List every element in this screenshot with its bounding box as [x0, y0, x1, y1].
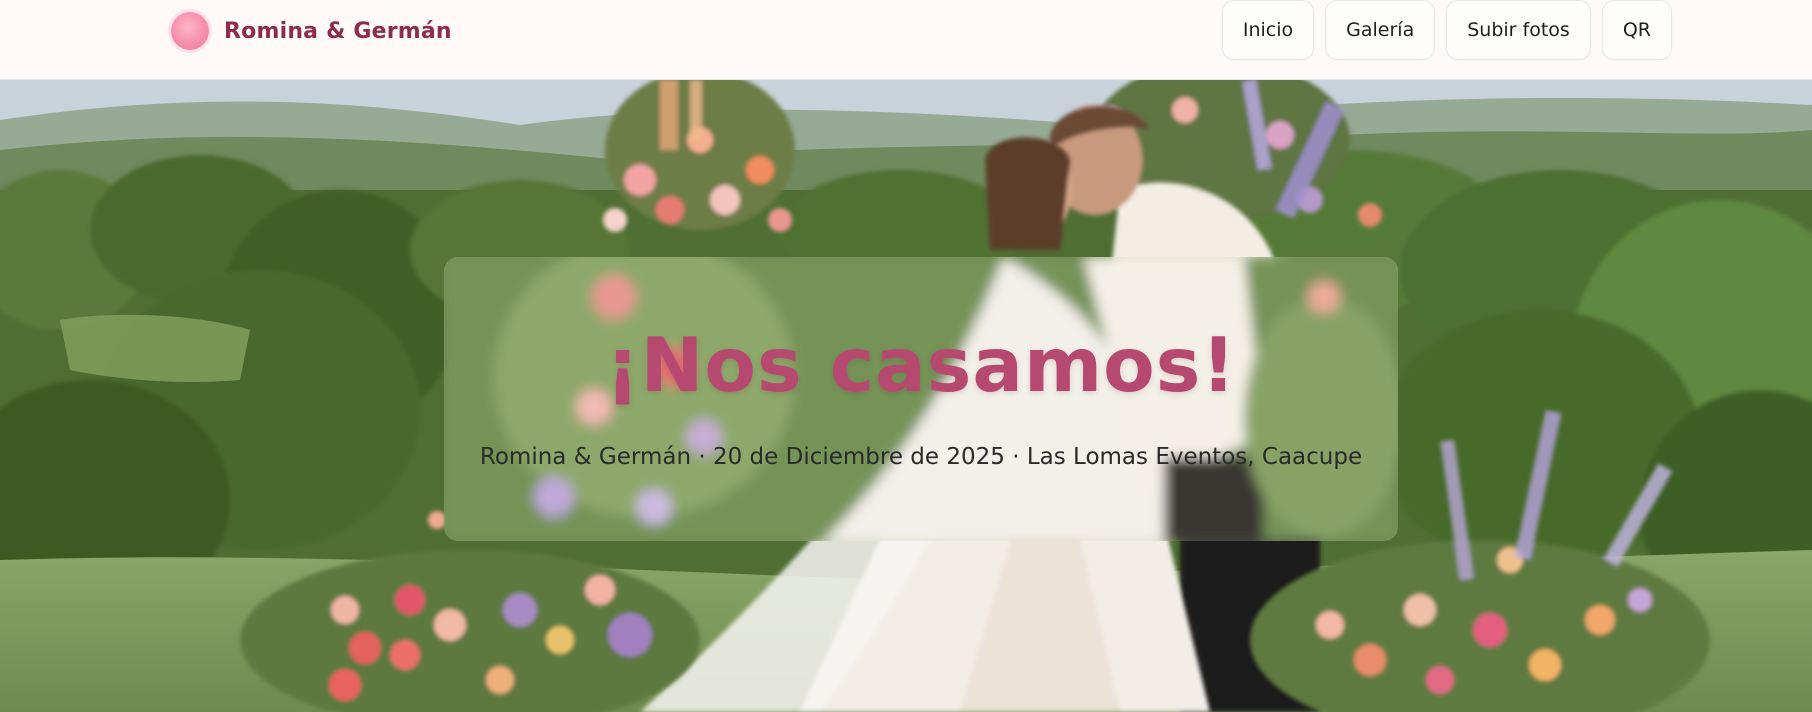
hero-title-panel: ¡Nos casamos! Romina & Germán · 20 de Di…	[444, 257, 1398, 541]
nav-galeria-button[interactable]: Galería	[1325, 0, 1436, 60]
nav-subir-fotos-button[interactable]: Subir fotos	[1446, 0, 1591, 60]
hero-title: ¡Nos casamos!	[605, 321, 1237, 409]
main-nav: Inicio Galería Subir fotos QR	[1221, 0, 1672, 60]
brand-name: Romina & Germán	[224, 18, 452, 44]
nav-inicio-button[interactable]: Inicio	[1221, 0, 1315, 60]
brand[interactable]: Romina & Germán	[171, 11, 452, 51]
hero-subtitle: Romina & Germán · 20 de Diciembre de 202…	[479, 444, 1363, 470]
site-header: Romina & Germán Inicio Galería Subir fot…	[0, 0, 1812, 80]
hero-section: ¡Nos casamos! Romina & Germán · 20 de Di…	[0, 80, 1812, 712]
nav-qr-button[interactable]: QR	[1601, 0, 1672, 60]
brand-logo-icon	[171, 12, 209, 50]
